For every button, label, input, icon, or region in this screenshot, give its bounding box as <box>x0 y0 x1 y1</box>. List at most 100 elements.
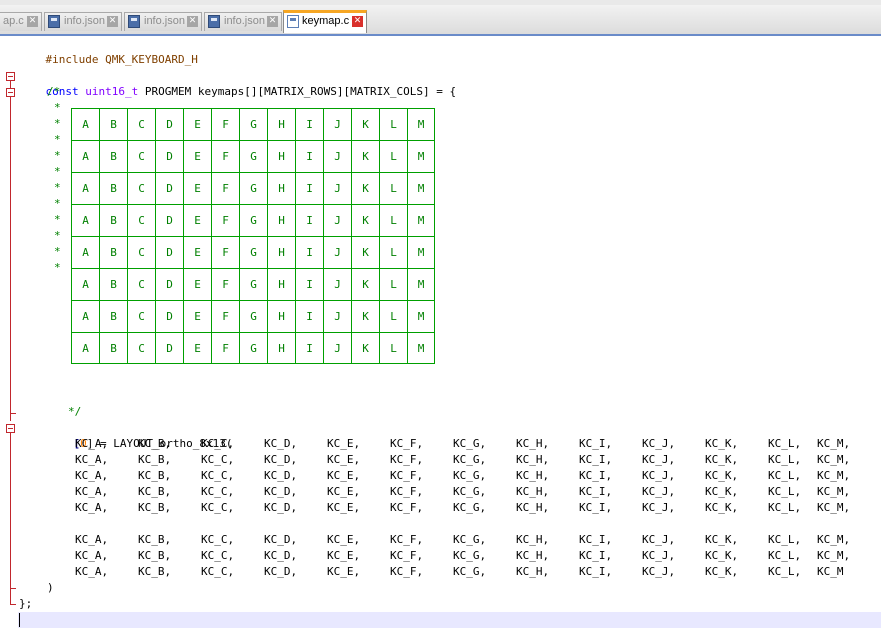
close-icon[interactable]: ✕ <box>27 16 38 27</box>
close-icon[interactable]: ✕ <box>352 16 363 27</box>
keycode: KC_J, <box>642 549 676 562</box>
grid-cell: J <box>323 204 351 236</box>
grid-cell: B <box>99 236 127 268</box>
fold-toggle-icon[interactable] <box>6 88 15 97</box>
keycode: KC_C, <box>201 469 235 482</box>
keycode: KC_B, <box>138 485 172 498</box>
keycode: KC_E, <box>327 453 361 466</box>
keycode: KC_A, <box>75 469 109 482</box>
keycode: KC_C, <box>201 533 235 546</box>
grid-cell: E <box>183 332 211 364</box>
keycode: KC_I, <box>579 453 613 466</box>
grid-cell: D <box>155 236 183 268</box>
keycode: KC_F, <box>390 501 424 514</box>
keycode: KC_K, <box>705 485 739 498</box>
keycode: KC_L, <box>768 501 802 514</box>
grid-cell: M <box>407 268 435 300</box>
keycode: KC_L, <box>768 565 802 578</box>
grid-cell: B <box>99 140 127 172</box>
grid-cell: K <box>351 268 379 300</box>
grid-cell: K <box>351 204 379 236</box>
grid-cell: K <box>351 172 379 204</box>
keycode: KC_A, <box>75 437 109 450</box>
grid-cell: B <box>99 332 127 364</box>
keycode: KC_G, <box>453 501 487 514</box>
grid-cell: E <box>183 140 211 172</box>
grid-cell: D <box>155 300 183 332</box>
fold-toggle-icon[interactable] <box>6 72 15 81</box>
comment-star: * <box>54 117 61 130</box>
keycode: KC_A, <box>75 501 109 514</box>
grid-cell: F <box>211 140 239 172</box>
grid-cell: G <box>239 236 267 268</box>
tab-label: info.json <box>144 15 185 27</box>
file-icon <box>287 15 299 28</box>
grid-cell: B <box>99 300 127 332</box>
tab-label: info.json <box>224 15 265 27</box>
keycode: KC_J, <box>642 565 676 578</box>
close-icon[interactable]: ✕ <box>267 16 278 27</box>
grid-cell: M <box>407 172 435 204</box>
declaration-text: PROGMEM keymaps[][MATRIX_ROWS][MATRIX_CO… <box>144 85 457 98</box>
grid-cell: A <box>71 140 99 172</box>
grid-cell: C <box>127 332 155 364</box>
keycode: KC_G, <box>453 469 487 482</box>
grid-cell: M <box>407 108 435 140</box>
tab-info-json-2[interactable]: info.json ✕ <box>124 12 202 31</box>
keycode: KC_H, <box>516 485 550 498</box>
grid-cell: H <box>267 140 295 172</box>
grid-cell: D <box>155 108 183 140</box>
tab-keymap-c[interactable]: keymap.c ✕ <box>283 10 367 33</box>
grid-cell: I <box>295 140 323 172</box>
tab-info-json-3[interactable]: info.json ✕ <box>204 12 282 31</box>
keycode: KC_G, <box>453 437 487 450</box>
include-target: QMK_KEYBOARD_H <box>105 53 198 66</box>
keycode: KC_B, <box>138 501 172 514</box>
keycode: KC_G, <box>453 453 487 466</box>
keycode: KC_K, <box>705 437 739 450</box>
grid-cell: A <box>71 268 99 300</box>
grid-cell: G <box>239 204 267 236</box>
grid-cell: A <box>71 236 99 268</box>
keycode: KC_B, <box>138 437 172 450</box>
keycode: KC_H, <box>516 453 550 466</box>
grid-cell: L <box>379 268 407 300</box>
keycode: KC_L, <box>768 469 802 482</box>
fold-toggle-icon[interactable] <box>6 424 15 433</box>
grid-cell: A <box>71 172 99 204</box>
keycode: KC_G, <box>453 565 487 578</box>
keycode: KC_K, <box>705 549 739 562</box>
code-editor[interactable]: #include QMK_KEYBOARD_H const uint16_t P… <box>0 36 881 632</box>
grid-cell: B <box>99 268 127 300</box>
keycode: KC_K, <box>705 533 739 546</box>
grid-cell: D <box>155 140 183 172</box>
grid-cell: F <box>211 332 239 364</box>
keycode: KC_F, <box>390 533 424 546</box>
grid-cell: A <box>71 204 99 236</box>
tab-ap-c[interactable]: ap.c ✕ <box>0 12 42 31</box>
close-icon[interactable]: ✕ <box>107 16 118 27</box>
keycode: KC_D, <box>264 437 298 450</box>
grid-cell: C <box>127 268 155 300</box>
keycode: KC_K, <box>705 501 739 514</box>
close-icon[interactable]: ✕ <box>187 16 198 27</box>
keycode: KC_F, <box>390 469 424 482</box>
keycode: KC_J, <box>642 533 676 546</box>
keycode: KC_M, <box>817 453 851 466</box>
grid-cell: A <box>71 332 99 364</box>
tab-label: ap.c <box>3 15 24 27</box>
grid-cell: I <box>295 300 323 332</box>
tab-info-json-1[interactable]: info.json ✕ <box>44 12 122 31</box>
grid-cell: G <box>239 140 267 172</box>
comment-star: * <box>54 149 61 162</box>
keycode: KC_I, <box>579 533 613 546</box>
keycode: KC_F, <box>390 549 424 562</box>
keycode: KC_G, <box>453 549 487 562</box>
keycode: KC_A, <box>75 453 109 466</box>
grid-cell: C <box>127 236 155 268</box>
keycode: KC_D, <box>264 533 298 546</box>
grid-cell: M <box>407 300 435 332</box>
comment-open: /* <box>47 85 61 98</box>
grid-cell: I <box>295 332 323 364</box>
comment-star: * <box>54 181 61 194</box>
